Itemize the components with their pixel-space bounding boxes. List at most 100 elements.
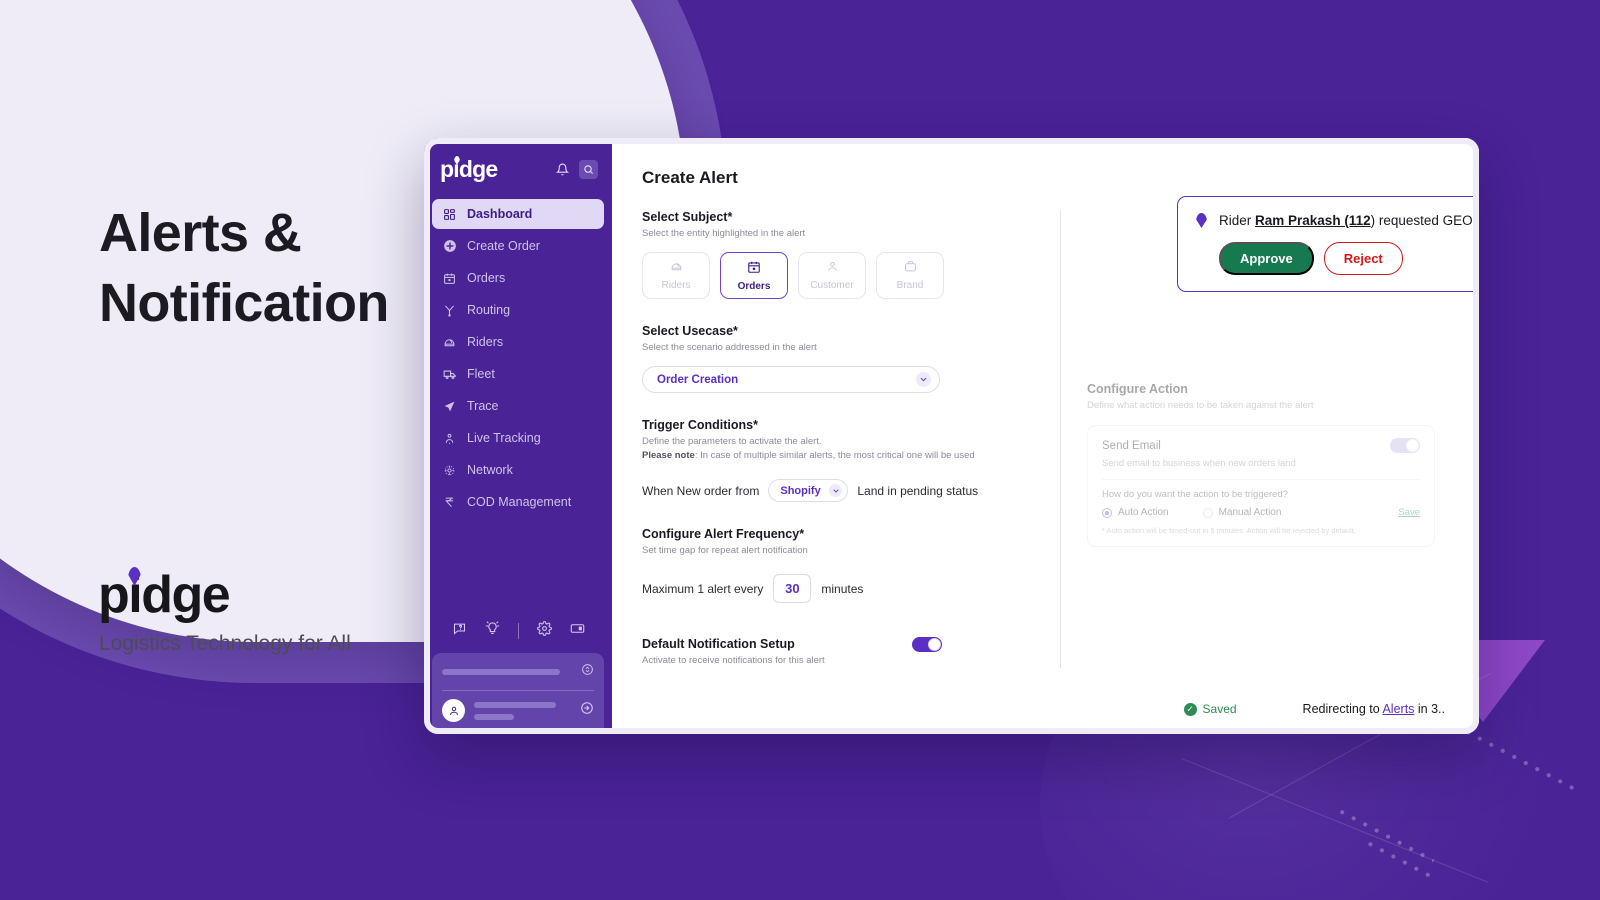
subject-option-customer[interactable]: Customer	[798, 252, 866, 299]
save-action-link[interactable]: Save	[1398, 507, 1420, 518]
sidebar-item-fleet[interactable]: Fleet	[432, 359, 604, 389]
workspace-switcher-icon[interactable]	[581, 663, 594, 681]
helmet-icon	[670, 260, 683, 276]
sidebar-user-info	[474, 701, 571, 720]
sidebar-item-riders[interactable]: Riders	[432, 327, 604, 357]
sidebar-item-label: COD Management	[467, 495, 572, 509]
select-usecase-title: Select Usecase*	[642, 324, 738, 338]
frequency-prefix-text: Maximum 1 alert every	[642, 581, 764, 596]
user-role-placeholder	[474, 713, 514, 720]
box-icon	[747, 260, 761, 277]
sidebar-logo-text: pidge	[440, 156, 498, 182]
settings-gear-icon[interactable]	[536, 621, 552, 641]
trigger-source-select[interactable]: Shopify	[768, 479, 849, 502]
select-usecase-subtitle: Select the scenario addressed in the ale…	[642, 342, 817, 353]
bell-icon[interactable]	[553, 161, 571, 179]
logout-icon[interactable]	[580, 701, 594, 720]
workspace-name-placeholder	[442, 669, 560, 675]
frequency-minutes-input[interactable]: 30	[773, 574, 812, 603]
sidebar-tools	[424, 621, 612, 653]
default-notification-subtitle: Activate to receive notifications for th…	[642, 655, 825, 666]
trigger-conditions-title: Trigger Conditions*	[642, 418, 758, 432]
send-email-toggle[interactable]	[1390, 438, 1420, 453]
status-badge: ✓ Saved	[1183, 702, 1237, 716]
banner-rider-name[interactable]: Ram Prakash (112	[1255, 213, 1371, 228]
trigger-question: How do you want the action to be trigger…	[1102, 489, 1288, 500]
app-window: pidge Dashboard Create Order Orders Rout…	[424, 138, 1479, 734]
briefcase-icon	[904, 260, 917, 276]
approve-button[interactable]: Approve	[1219, 242, 1314, 275]
chevron-down-icon	[829, 484, 843, 497]
lightbulb-idea-icon[interactable]	[485, 621, 500, 641]
location-pin-person-icon	[442, 431, 457, 446]
sidebar-tools-divider	[517, 623, 519, 639]
banner-actions: Approve Reject	[1219, 242, 1479, 275]
reject-button[interactable]: Reject	[1323, 242, 1403, 275]
select-subject-title: Select Subject*	[642, 210, 733, 224]
sidebar-user-row[interactable]	[442, 699, 594, 734]
usecase-select-value: Order Creation	[657, 373, 739, 386]
user-name-placeholder	[474, 701, 556, 708]
chevron-down-icon	[916, 372, 931, 387]
sidebar-item-dashboard[interactable]: Dashboard	[432, 199, 604, 229]
default-notification-text: Default Notification Setup Activate to r…	[642, 637, 825, 668]
paper-plane-icon	[442, 399, 457, 414]
configure-action-section: Configure Action Define what action need…	[1087, 382, 1445, 547]
subject-option-label: Riders	[661, 280, 691, 291]
toggle-knob	[928, 638, 941, 651]
sidebar-item-label: Create Order	[467, 239, 540, 253]
subject-option-label: Customer	[810, 280, 854, 291]
send-email-action-card: Send Email Send email to business when n…	[1087, 425, 1435, 547]
banner-message: Rider Ram Prakash (112) requested GEO fo…	[1196, 213, 1479, 228]
search-icon[interactable]	[579, 160, 598, 179]
toggle-knob	[1406, 439, 1419, 452]
banner-text: Rider Ram Prakash (112) requested GEO fo…	[1219, 213, 1479, 228]
box-icon	[442, 271, 457, 286]
trigger-prefix-text: When New order from	[642, 483, 760, 498]
rupee-icon	[442, 495, 457, 510]
sidebar-item-trace[interactable]: Trace	[432, 391, 604, 421]
subject-option-brand[interactable]: Brand	[876, 252, 944, 299]
promo-tagline: Logistics Technology for All	[99, 632, 351, 655]
subject-option-orders[interactable]: Orders	[720, 252, 788, 299]
select-usecase-section: Select Usecase* Select the scenario addr…	[642, 324, 1036, 393]
sidebar-header: pidge	[424, 156, 612, 183]
sidebar-item-routing[interactable]: Routing	[432, 295, 604, 325]
redirect-link-alerts[interactable]: Alerts	[1382, 702, 1414, 716]
chat-help-icon[interactable]	[452, 621, 467, 641]
subject-option-riders[interactable]: Riders	[642, 252, 710, 299]
sidebar-item-cod-management[interactable]: COD Management	[432, 487, 604, 517]
alert-frequency-subtitle: Set time gap for repeat alert notificati…	[642, 545, 808, 556]
radio-manual-action[interactable]: Manual Action	[1202, 507, 1281, 518]
page-root: Alerts & Notification pidge Logistics Te…	[0, 0, 1600, 900]
card-id-icon[interactable]	[570, 621, 585, 641]
sidebar-item-orders[interactable]: Orders	[432, 263, 604, 293]
sidebar-workspace-card[interactable]	[432, 653, 604, 734]
select-subject-subtitle: Select the entity highlighted in the ale…	[642, 228, 806, 239]
auto-action-footnote: * Auto action will be timed-out in 5 min…	[1102, 526, 1356, 535]
default-notification-title: Default Notification Setup	[642, 637, 795, 651]
radio-auto-action[interactable]: Auto Action	[1102, 507, 1169, 518]
saved-label: Saved	[1202, 702, 1237, 716]
configure-action-subtitle: Define what action needs to be taken aga…	[1087, 400, 1314, 411]
trigger-subtitle-line1: Define the parameters to activate the al…	[642, 436, 822, 447]
alert-notification-banner: Rider Ram Prakash (112) requested GEO fo…	[1177, 196, 1479, 292]
sidebar-item-live-tracking[interactable]: Live Tracking	[432, 423, 604, 453]
sidebar-logo[interactable]: pidge	[440, 156, 498, 183]
trigger-source-value: Shopify	[780, 484, 821, 497]
avatar	[442, 699, 465, 722]
frequency-suffix-text: minutes	[821, 581, 864, 596]
select-subject-section: Select Subject* Select the entity highli…	[642, 210, 1036, 299]
usecase-select[interactable]: Order Creation	[642, 366, 940, 393]
trigger-note: Please note: In case of multiple similar…	[642, 449, 1036, 463]
sidebar-item-network[interactable]: Network	[432, 455, 604, 485]
radio-dot-icon	[1202, 507, 1213, 518]
form-footer: ✓ Saved Redirecting to Alerts in 3..	[1183, 702, 1445, 716]
default-notification-toggle[interactable]	[912, 637, 942, 652]
sidebar-item-label: Orders	[467, 271, 506, 285]
check-circle-icon: ✓	[1183, 702, 1197, 716]
sidebar-item-create-order[interactable]: Create Order	[432, 231, 604, 261]
location-pin-icon	[1196, 213, 1207, 228]
redirect-message: Redirecting to Alerts in 3..	[1303, 702, 1445, 716]
send-email-header: Send Email	[1102, 438, 1420, 453]
